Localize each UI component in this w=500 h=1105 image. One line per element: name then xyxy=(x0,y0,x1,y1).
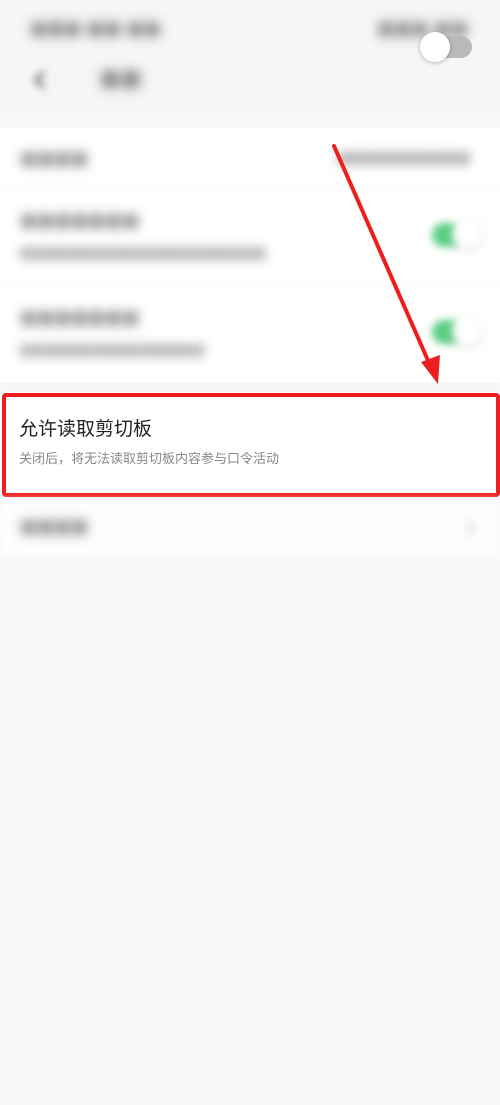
chevron-right-icon xyxy=(466,520,476,536)
clipboard-permission-row[interactable]: 允许读取剪切板 关闭后，将无法读取剪切板内容参与口令活动 xyxy=(0,392,500,492)
settings-row-blurred[interactable]: ■■■■■■■ ■■■■■■■■■■■■■■■ xyxy=(0,286,500,383)
row-subtitle: ■■■■■■■■■■■■■■■■■■■■ xyxy=(20,246,266,261)
toggle-switch-on[interactable] xyxy=(432,219,482,249)
clipboard-permission-subtitle: 关闭后，将无法读取剪切板内容参与口令活动 xyxy=(19,452,280,467)
row-value: ■■■■■■■■■■ xyxy=(337,150,470,166)
row-title: ■■■■ xyxy=(20,516,89,537)
toggle-knob xyxy=(420,32,450,62)
settings-row-blurred[interactable]: ■■■■■■■ ■■■■■■■■■■■■■■■■■■■■ xyxy=(0,189,500,286)
settings-list: ■■■■ ■■■■■■■■■■ ■■■■■■■ ■■■■■■■■■■■■■■■■… xyxy=(0,128,500,383)
status-time-area: ■■■ ■■ ■■ xyxy=(30,18,161,39)
clipboard-permission-title: 允许读取剪切板 xyxy=(19,418,153,440)
row-subtitle: ■■■■■■■■■■■■■■■ xyxy=(20,343,205,358)
back-arrow-icon[interactable] xyxy=(24,64,56,96)
page-title: ■■ xyxy=(100,66,142,91)
settings-row-blurred[interactable]: ■■■■ ■■■■■■■■■■ xyxy=(0,128,500,189)
toggle-switch-on[interactable] xyxy=(432,316,482,346)
row-title: ■■■■■■■ xyxy=(20,210,140,231)
row-title: ■■■■ xyxy=(20,148,89,169)
row-title: ■■■■■■■ xyxy=(20,307,140,328)
clipboard-toggle-switch[interactable] xyxy=(420,32,472,62)
nav-bar: ■■ xyxy=(0,58,500,110)
settings-row-blurred[interactable]: ■■■■ xyxy=(0,500,500,558)
